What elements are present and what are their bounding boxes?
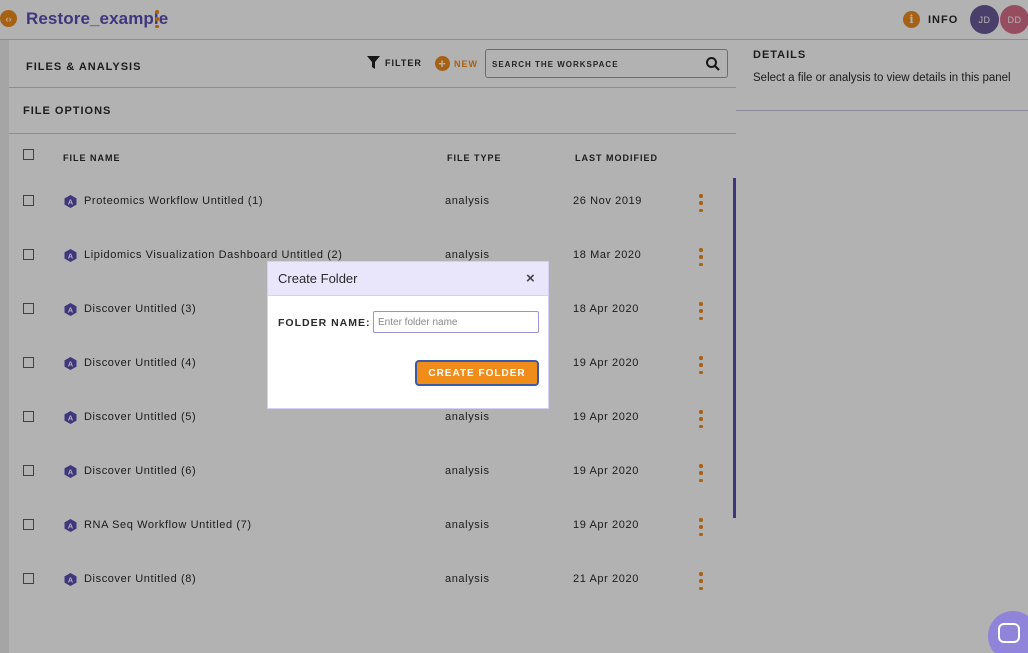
create-folder-dialog: Create Folder × FOLDER NAME: CREATE FOLD… [267,261,549,409]
dialog-header: Create Folder × [268,262,548,296]
chat-icon [998,623,1020,643]
create-folder-button[interactable]: CREATE FOLDER [415,360,539,386]
dialog-title: Create Folder [278,271,358,286]
folder-name-label: FOLDER NAME: [278,317,371,329]
folder-name-field[interactable] [373,311,539,333]
close-icon[interactable]: × [526,271,535,286]
